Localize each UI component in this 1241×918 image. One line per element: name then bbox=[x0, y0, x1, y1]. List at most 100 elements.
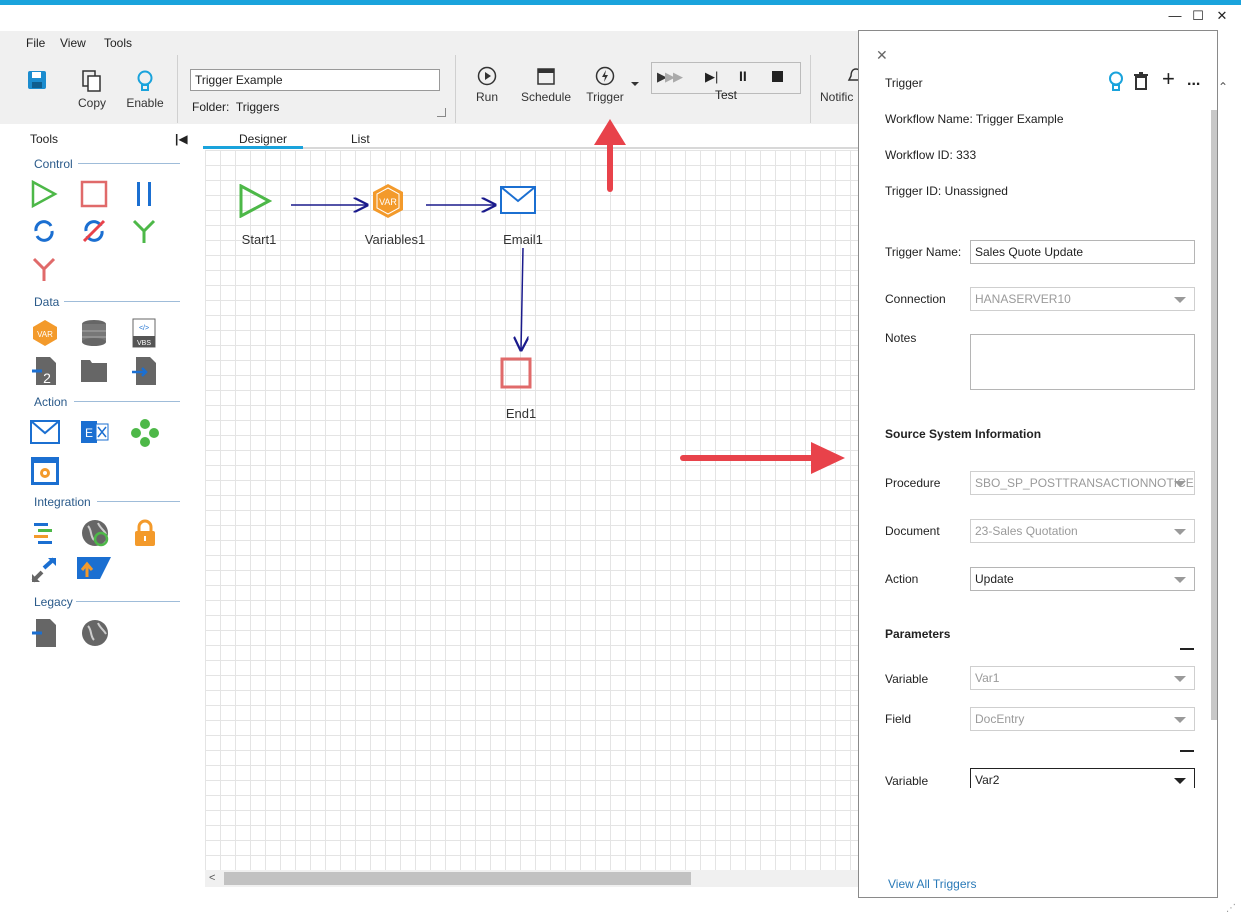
chevron-down-icon bbox=[1174, 577, 1186, 583]
notes-label: Notes bbox=[885, 331, 917, 345]
collapse-parameter-icon[interactable] bbox=[1180, 648, 1194, 650]
loop-tool-icon[interactable] bbox=[30, 217, 58, 245]
minimize-icon[interactable]: — bbox=[1163, 6, 1187, 26]
variables-node-icon[interactable]: VAR bbox=[370, 182, 406, 220]
save-button[interactable] bbox=[26, 70, 48, 94]
delete-icon[interactable] bbox=[1133, 72, 1149, 90]
maximize-icon[interactable]: ☐ bbox=[1186, 6, 1210, 26]
field-select[interactable]: DocEntry bbox=[970, 707, 1195, 731]
menu-file[interactable]: File bbox=[26, 36, 45, 50]
document-select[interactable]: 23-Sales Quotation bbox=[970, 519, 1195, 543]
file-output-tool-icon[interactable] bbox=[130, 356, 158, 386]
tab-list[interactable]: List bbox=[351, 132, 370, 146]
merge-tool-icon[interactable] bbox=[130, 217, 158, 245]
exchange-tool-icon[interactable]: E bbox=[80, 418, 110, 446]
variable1-value: Var1 bbox=[975, 671, 1000, 685]
step-icon[interactable]: ▶| bbox=[705, 69, 718, 85]
test-label: Test bbox=[715, 88, 738, 102]
procedure-select[interactable]: SBO_SP_POSTTRANSACTIONNOTICE bbox=[970, 471, 1195, 495]
svg-text:VAR: VAR bbox=[37, 330, 53, 339]
trigger-dropdown-icon[interactable] bbox=[631, 82, 639, 86]
variable1-label: Variable bbox=[885, 672, 929, 686]
trigger-button[interactable]: Trigger bbox=[584, 66, 626, 104]
enable-label: Enable bbox=[126, 96, 164, 110]
split-tool-icon[interactable] bbox=[30, 255, 58, 283]
legacy-file-tool-icon[interactable] bbox=[30, 618, 58, 648]
workflow-connectors bbox=[291, 150, 860, 870]
add-icon[interactable]: + bbox=[1162, 66, 1175, 92]
ribbon-divider bbox=[177, 55, 178, 123]
break-loop-tool-icon[interactable] bbox=[80, 217, 108, 245]
variable2-value: Var2 bbox=[975, 773, 1000, 787]
scroll-left-icon[interactable]: < bbox=[209, 872, 215, 884]
section-data: Data bbox=[34, 295, 60, 309]
calendar-icon bbox=[537, 68, 555, 85]
lightbulb-icon[interactable] bbox=[1107, 71, 1125, 91]
document-value: 23-Sales Quotation bbox=[975, 524, 1078, 538]
collapse-parameter-icon[interactable] bbox=[1180, 750, 1194, 752]
variables-tool-icon[interactable]: VAR bbox=[30, 318, 60, 348]
field-value: DocEntry bbox=[975, 712, 1025, 726]
email-tool-icon[interactable] bbox=[30, 420, 60, 444]
end-node-label: End1 bbox=[505, 406, 537, 421]
database-tool-icon[interactable] bbox=[80, 318, 108, 348]
panel-vertical-scrollbar[interactable] bbox=[1211, 110, 1217, 720]
expand-dialog-icon[interactable] bbox=[437, 108, 446, 117]
workflow-id-info: Workflow ID: 333 bbox=[885, 148, 977, 162]
section-action: Action bbox=[34, 395, 68, 409]
close-window-icon[interactable]: ✕ bbox=[1210, 6, 1234, 26]
variable1-select[interactable]: Var1 bbox=[970, 666, 1195, 690]
lock-tool-icon[interactable] bbox=[130, 518, 160, 548]
menu-view[interactable]: View bbox=[60, 36, 86, 50]
action-select[interactable]: Update bbox=[970, 567, 1195, 591]
upload-tool-icon[interactable] bbox=[76, 556, 112, 580]
enable-button[interactable]: Enable bbox=[123, 70, 167, 110]
end-tool-icon[interactable] bbox=[80, 180, 108, 208]
notes-textarea[interactable] bbox=[970, 334, 1195, 390]
workflow-name-input[interactable]: Trigger Example bbox=[190, 69, 440, 91]
notifications-button[interactable]: Notific bbox=[820, 66, 858, 104]
resize-grip-icon[interactable]: ⋰ bbox=[1226, 903, 1236, 914]
more-options-icon[interactable]: ... bbox=[1187, 72, 1200, 90]
variables-node-label: Variables1 bbox=[364, 232, 426, 247]
trigger-name-input[interactable]: Sales Quote Update bbox=[970, 240, 1195, 264]
start-node-icon[interactable] bbox=[238, 184, 272, 218]
close-panel-icon[interactable]: ✕ bbox=[876, 47, 888, 64]
copy-button[interactable]: Copy bbox=[72, 70, 112, 110]
legacy-web-tool-icon[interactable] bbox=[80, 618, 110, 648]
start-node-label: Start1 bbox=[241, 232, 277, 247]
section-divider bbox=[74, 401, 180, 402]
stop-icon[interactable] bbox=[772, 71, 783, 82]
run-steps-icon[interactable]: ▶▶▶ bbox=[657, 69, 683, 85]
menu-tools[interactable]: Tools bbox=[104, 36, 132, 50]
program-tool-icon[interactable] bbox=[30, 456, 60, 486]
scroll-up-icon[interactable]: ⌃ bbox=[1218, 80, 1228, 94]
web-service-tool-icon[interactable] bbox=[80, 518, 110, 548]
start-tool-icon[interactable] bbox=[30, 180, 58, 208]
transfer-tool-icon[interactable] bbox=[30, 556, 58, 584]
end-node-icon[interactable] bbox=[500, 357, 532, 389]
file-input-tool-icon[interactable]: 2 bbox=[30, 356, 58, 386]
email-node-icon[interactable] bbox=[500, 186, 536, 214]
procedure-value: SBO_SP_POSTTRANSACTIONNOTICE bbox=[975, 476, 1194, 490]
view-all-triggers-link[interactable]: View All Triggers bbox=[888, 877, 976, 891]
chevron-down-icon bbox=[1174, 717, 1186, 723]
action-value: Update bbox=[975, 572, 1014, 586]
api-tool-icon[interactable] bbox=[130, 418, 160, 448]
workflow-name-info: Workflow Name: Trigger Example bbox=[885, 112, 1064, 126]
run-button[interactable]: Run bbox=[470, 66, 504, 104]
horizontal-scroll-thumb[interactable] bbox=[224, 872, 691, 885]
tab-designer[interactable]: Designer bbox=[239, 132, 287, 146]
data-transform-tool-icon[interactable] bbox=[30, 520, 58, 548]
pause-icon[interactable]: II bbox=[739, 68, 747, 84]
collapse-sidebar-icon[interactable]: |◀ bbox=[175, 132, 188, 146]
folder-tool-icon[interactable] bbox=[80, 356, 108, 384]
vbs-script-tool-icon[interactable]: </> VBS bbox=[132, 318, 156, 348]
chevron-down-icon bbox=[1174, 297, 1186, 303]
field-label: Field bbox=[885, 712, 912, 726]
parallel-tool-icon[interactable] bbox=[130, 180, 158, 208]
section-divider bbox=[78, 163, 180, 164]
folder-value: Triggers bbox=[235, 100, 280, 114]
schedule-button[interactable]: Schedule bbox=[518, 66, 574, 104]
connection-select[interactable]: HANASERVER10 bbox=[970, 287, 1195, 311]
